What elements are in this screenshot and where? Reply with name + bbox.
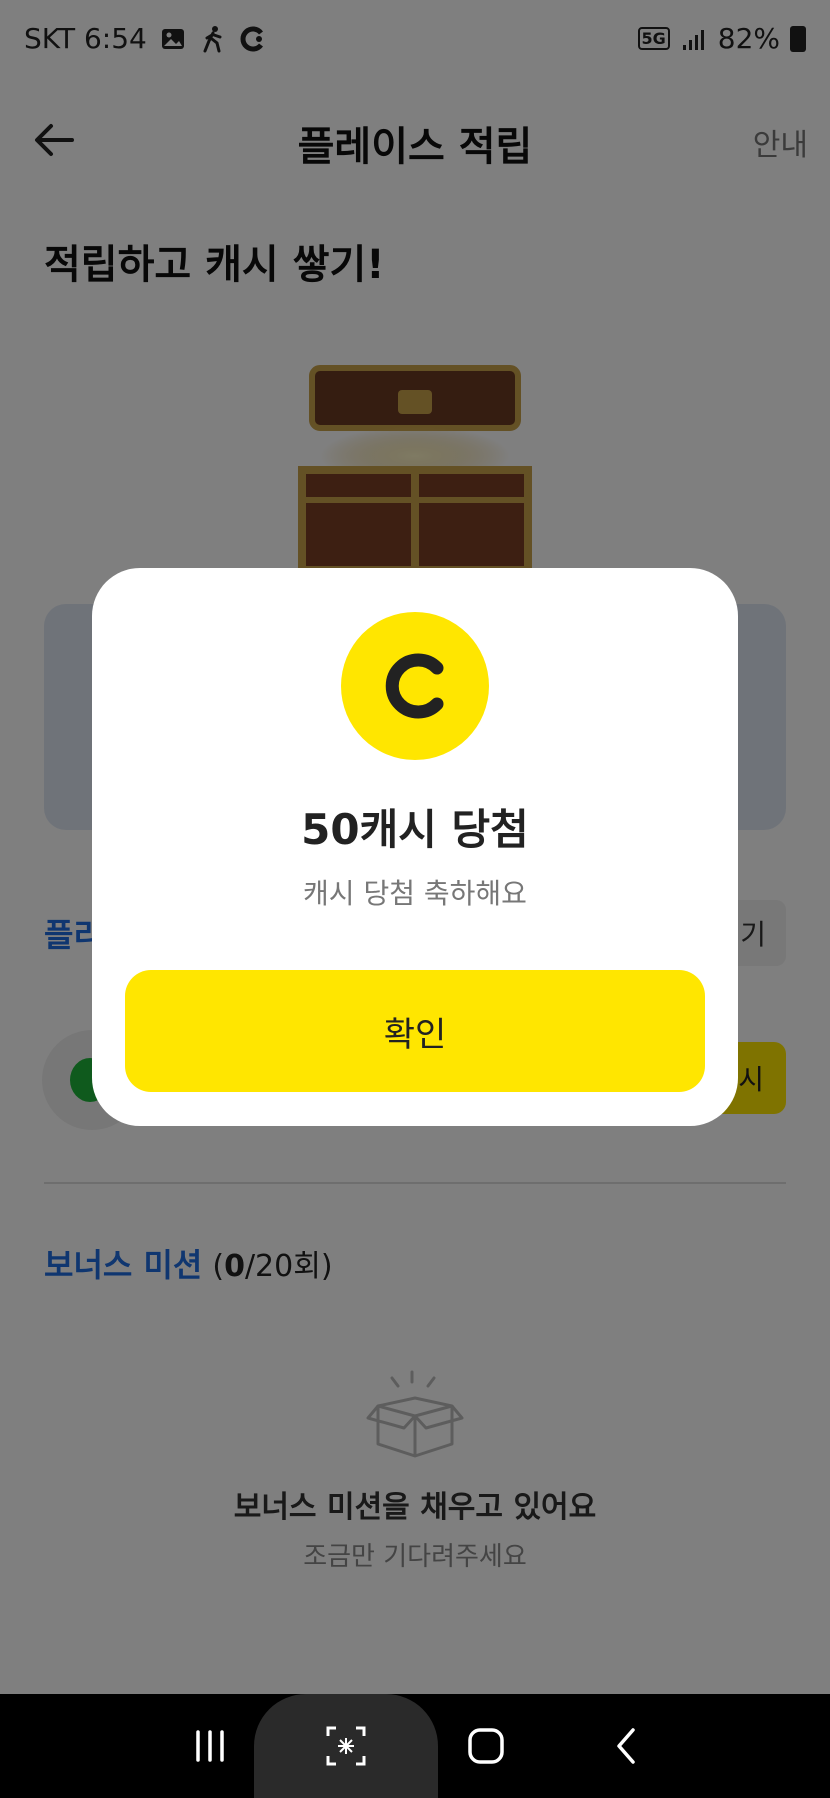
home-icon [468,1728,504,1764]
cash-coin-icon [341,612,489,760]
back-chevron-icon [617,1728,635,1764]
modal-subtitle: 캐시 당첨 축하해요 [303,877,527,910]
home-button[interactable] [458,1720,514,1772]
recent-apps-button[interactable] [182,1720,238,1772]
capture-icon [326,1726,366,1766]
back-nav-button[interactable] [598,1720,654,1772]
modal-title: 50캐시 당첨 [301,805,529,854]
system-nav-bar [0,1694,830,1798]
screenshot-capture-button[interactable] [318,1720,374,1772]
recent-apps-icon [196,1730,224,1762]
reward-modal: 50캐시 당첨 캐시 당첨 축하해요 확인 [92,568,738,1126]
confirm-button[interactable]: 확인 [125,970,705,1092]
